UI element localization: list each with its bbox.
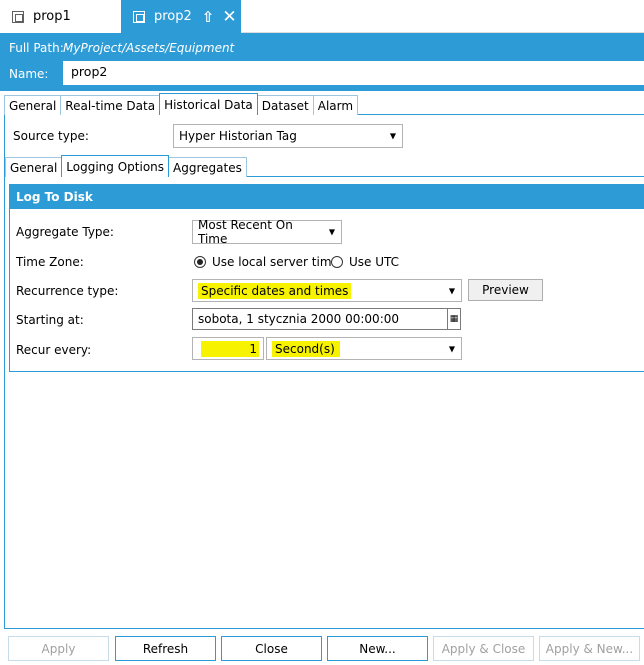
tab-historical-data[interactable]: Historical Data: [159, 93, 258, 115]
starting-at-input[interactable]: sobota, 1 stycznia 2000 00:00:00: [192, 308, 448, 330]
radio-local-time[interactable]: Use local server time: [194, 255, 339, 269]
new-button[interactable]: New...: [327, 636, 428, 661]
doc-tab-label: prop1: [33, 9, 71, 24]
recurrence-type-value: Specific dates and times: [198, 282, 352, 299]
close-icon[interactable]: ✕: [222, 7, 236, 27]
property-icon: [133, 10, 145, 23]
aggregate-type-select[interactable]: Most Recent On Time ▼: [192, 218, 342, 246]
source-type-value: Hyper Historian Tag: [179, 129, 297, 143]
starting-at-label: Starting at:: [16, 313, 84, 327]
tab-dataset[interactable]: Dataset: [256, 95, 314, 115]
doc-tab-prop2[interactable]: prop2 ⇧ ✕: [121, 0, 241, 33]
subtab-aggregates[interactable]: Aggregates: [168, 157, 247, 177]
recur-number-value: 1: [201, 340, 259, 357]
property-icon: [12, 10, 24, 23]
properties-header: Full Path: MyProject/Assets/Equipment Na…: [0, 33, 644, 91]
calendar-icon[interactable]: ▦: [447, 308, 461, 330]
sub-tab-strip: General Logging Options Aggregates: [5, 155, 247, 177]
pin-icon[interactable]: ⇧: [202, 8, 215, 26]
dropdown-arrow-icon: ▼: [389, 131, 396, 141]
recur-every-label: Recur every:: [16, 343, 92, 357]
doc-tab-label: prop2: [154, 9, 192, 24]
time-zone-label: Time Zone:: [16, 255, 84, 269]
full-path-value: MyProject/Assets/Equipment: [63, 41, 235, 55]
document-tab-bar: prop1 prop2 ⇧ ✕: [0, 0, 644, 33]
tab-realtime-data[interactable]: Real-time Data: [60, 95, 161, 115]
apply-close-button[interactable]: Apply & Close: [433, 636, 534, 661]
radio-dot-unchecked: [331, 256, 343, 268]
recurrence-type-select[interactable]: Specific dates and times ▼: [192, 279, 462, 302]
aggregate-type-label: Aggregate Type:: [16, 225, 114, 239]
source-type-select[interactable]: Hyper Historian Tag ▼: [173, 124, 403, 148]
log-to-disk-title: Log To Disk: [10, 185, 644, 209]
refresh-button[interactable]: Refresh: [115, 636, 216, 661]
dropdown-arrow-icon: ▼: [448, 286, 455, 295]
radio-utc-label: Use UTC: [349, 255, 400, 269]
preview-button[interactable]: Preview: [468, 279, 543, 301]
name-label: Name:: [9, 67, 49, 81]
recur-unit-value: Second(s): [272, 340, 340, 357]
apply-new-button[interactable]: Apply & New...: [539, 636, 640, 661]
source-type-label: Source type:: [13, 129, 89, 143]
subtab-general[interactable]: General: [5, 157, 63, 177]
full-path-label: Full Path:: [9, 41, 64, 55]
recurrence-type-label: Recurrence type:: [16, 284, 119, 298]
tab-alarm[interactable]: Alarm: [312, 95, 359, 115]
subtab-logging-options[interactable]: Logging Options: [61, 155, 170, 177]
aggregate-type-value: Most Recent On Time: [198, 218, 293, 246]
dropdown-arrow-icon: ▼: [328, 227, 335, 237]
radio-dot-checked: [194, 256, 206, 268]
recur-unit-select[interactable]: Second(s) ▼: [266, 337, 462, 360]
radio-utc[interactable]: Use UTC: [331, 255, 399, 269]
dropdown-arrow-icon: ▼: [448, 344, 455, 353]
recur-number-input[interactable]: 1: [192, 337, 264, 360]
main-tab-strip: General Real-time Data Historical Data D…: [4, 93, 359, 115]
close-button[interactable]: Close: [221, 636, 322, 661]
doc-tab-prop1[interactable]: prop1: [0, 0, 121, 33]
name-input[interactable]: prop2: [63, 61, 644, 85]
apply-button[interactable]: Apply: [8, 636, 109, 661]
tab-general[interactable]: General: [4, 95, 62, 115]
radio-local-time-label: Use local server time: [212, 255, 339, 269]
